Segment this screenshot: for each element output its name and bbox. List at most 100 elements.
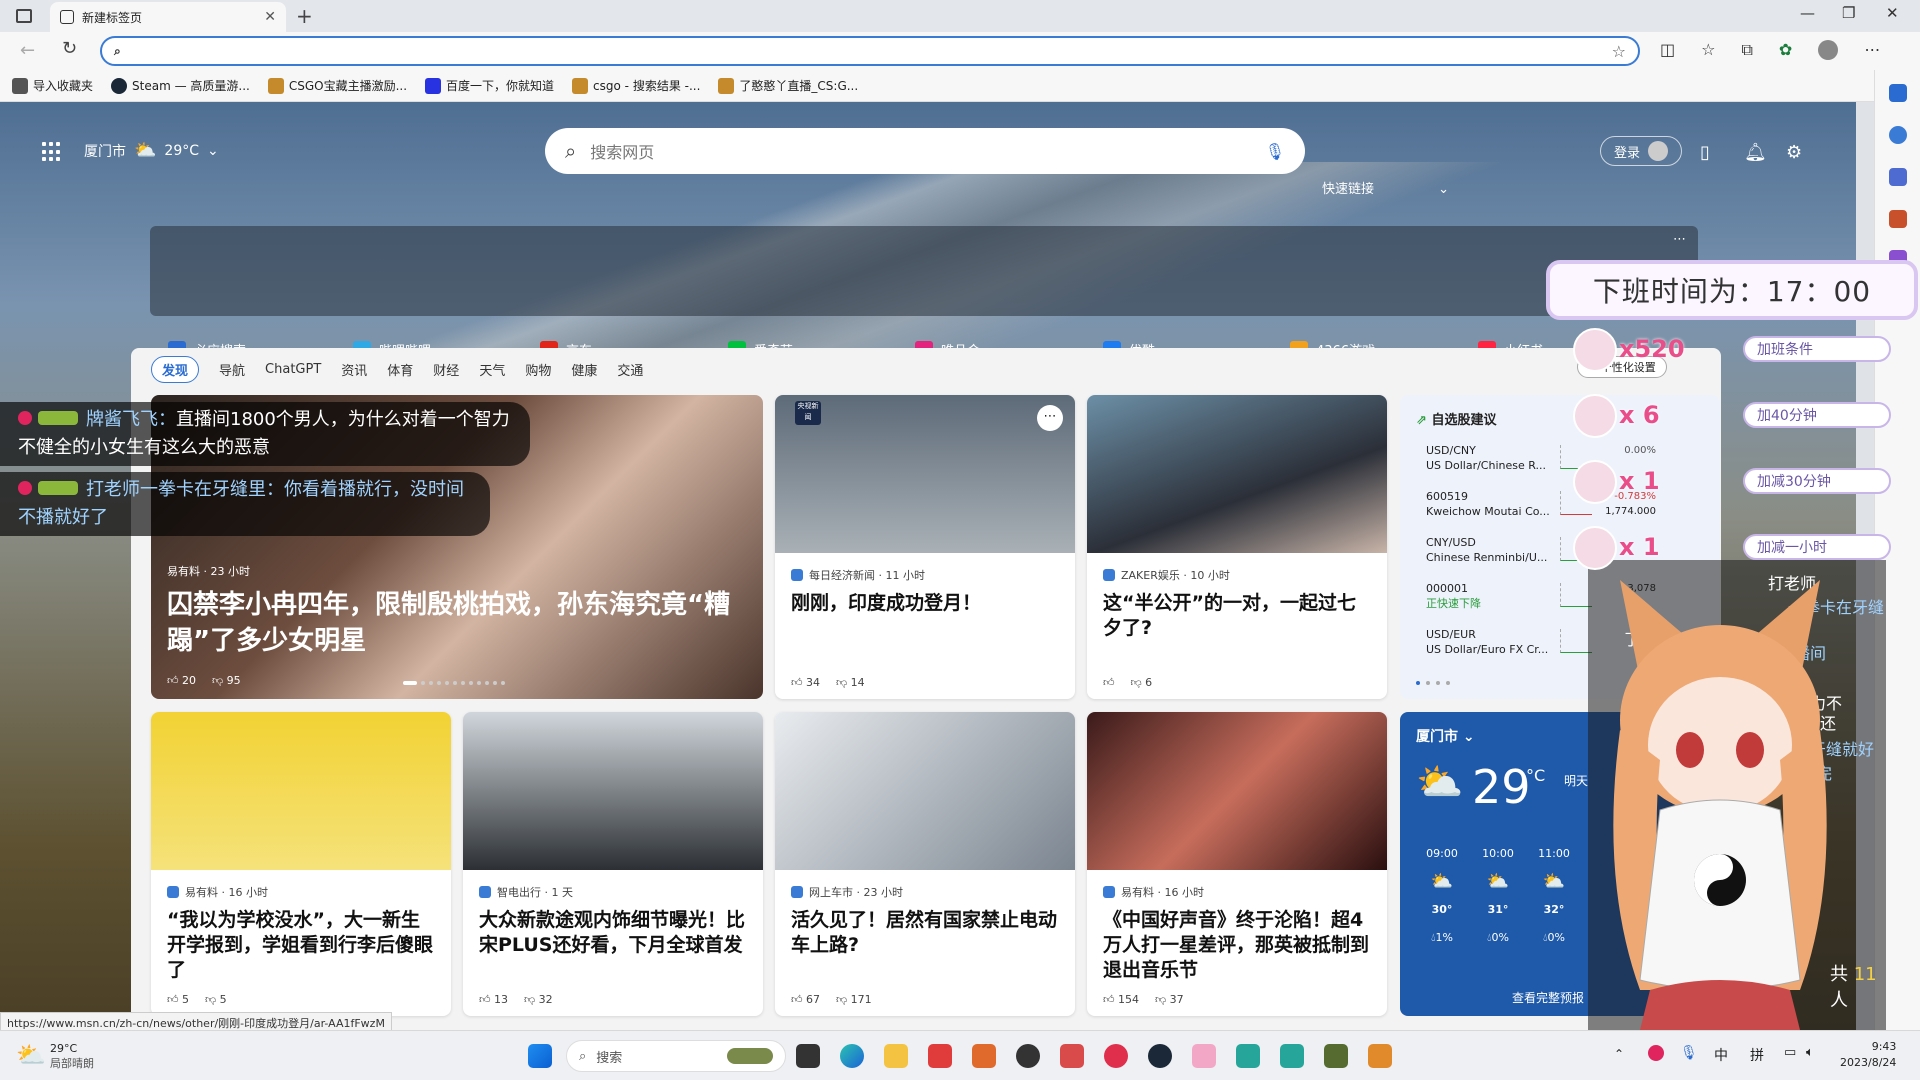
feed-tab[interactable]: 健康 bbox=[571, 360, 597, 379]
collections-icon[interactable]: ⧉ bbox=[1741, 40, 1752, 60]
favorite-item[interactable]: 百度一下，你就知道 bbox=[425, 77, 554, 94]
more-options-icon[interactable]: ⋯ bbox=[1673, 232, 1686, 247]
split-screen-icon[interactable]: ◫ bbox=[1660, 40, 1675, 60]
more-options-icon[interactable]: ⋯ bbox=[1037, 405, 1063, 431]
back-icon[interactable]: ← bbox=[20, 40, 35, 61]
windows-start-icon[interactable] bbox=[528, 1044, 552, 1068]
like-button[interactable]: 👍︎ 34 bbox=[791, 676, 820, 689]
tray-app-icon[interactable] bbox=[1648, 1045, 1664, 1061]
web-search-box[interactable]: ⌕ 搜索网页 🎙 bbox=[545, 128, 1305, 174]
phone-icon[interactable]: ▯ bbox=[1700, 142, 1710, 163]
taskbar-weather[interactable]: 29°C 局部晴朗 bbox=[50, 1041, 94, 1071]
volume-icon[interactable]: 🔈︎ bbox=[1806, 1045, 1814, 1060]
more-menu-icon[interactable]: ⋯ bbox=[1864, 40, 1880, 60]
like-button[interactable]: 👍︎ 5 bbox=[167, 993, 189, 1006]
shopping-icon[interactable] bbox=[1889, 168, 1907, 186]
dislike-button[interactable]: 👎︎ 37 bbox=[1155, 993, 1184, 1006]
feed-tab[interactable]: 天气 bbox=[479, 360, 505, 379]
news-card[interactable]: 易有料 · 16 小时 《中国好声音》终于沦陷！超4万人打一星差评，那英被抵制到退… bbox=[1087, 712, 1387, 1016]
favorite-item[interactable]: 导入收藏夹 bbox=[12, 77, 93, 94]
feed-tab[interactable]: 购物 bbox=[525, 360, 551, 379]
favorite-item[interactable]: 了憨憨丫直播_CS:G... bbox=[718, 77, 858, 94]
weather-widget[interactable]: 厦门市 ⛅ 29°C ⌄ bbox=[84, 140, 219, 161]
tab-active[interactable]: 新建标签页 ✕ bbox=[50, 2, 286, 32]
dislike-button[interactable]: 👎︎ 32 bbox=[524, 993, 553, 1006]
ime-mode[interactable]: 中 bbox=[1714, 1045, 1728, 1065]
netease-music-icon[interactable] bbox=[1104, 1044, 1128, 1068]
close-window-icon[interactable]: ✕ bbox=[1886, 4, 1899, 22]
microphone-icon[interactable]: 🎙 bbox=[1680, 1045, 1698, 1061]
microphone-icon[interactable]: 🎙 bbox=[1265, 142, 1285, 161]
like-button[interactable]: 👍︎ 154 bbox=[1103, 993, 1139, 1006]
feed-tab[interactable]: 交通 bbox=[617, 360, 643, 379]
chevron-up-icon[interactable]: ⌃ bbox=[1614, 1047, 1624, 1061]
feed-tab[interactable]: 导航 bbox=[219, 360, 245, 379]
tools-icon[interactable] bbox=[1889, 210, 1907, 228]
taskbar-search[interactable]: ⌕ 搜索 bbox=[566, 1040, 786, 1072]
news-card[interactable]: 每日经济新闻 · 11 小时 刚刚，印度成功登月！ 👍︎ 34 👎︎ 14 央视新闻 ⋯ bbox=[775, 395, 1075, 699]
like-button[interactable]: 👍︎ 20 bbox=[167, 674, 196, 687]
stock-row[interactable]: USD/EUR US Dollar/Euro FX Cr... bbox=[1426, 627, 1548, 657]
chat-app-icon[interactable] bbox=[1060, 1044, 1084, 1068]
carousel-dots[interactable] bbox=[403, 681, 505, 685]
clock[interactable]: 9:43 2023/8/24 bbox=[1840, 1039, 1896, 1071]
like-button[interactable]: 👍︎ bbox=[1103, 676, 1115, 689]
bell-icon[interactable] bbox=[1889, 84, 1907, 102]
tool-app-icon[interactable] bbox=[1280, 1044, 1304, 1068]
tool-app-icon[interactable] bbox=[1236, 1044, 1260, 1068]
tab-actions-icon[interactable] bbox=[16, 9, 32, 23]
stock-row[interactable]: 600519 Kweichow Moutai Co... bbox=[1426, 489, 1550, 519]
address-bar[interactable]: ⌕ ☆ bbox=[100, 36, 1640, 66]
stock-row[interactable]: 000001 正快速下降 bbox=[1426, 581, 1481, 611]
stock-row[interactable]: USD/CNY US Dollar/Chinese R... bbox=[1426, 443, 1546, 473]
news-card[interactable]: ZAKER娱乐 · 10 小时 这“半公开”的一对，一起过七夕了? 👍︎ 👎︎ 6 bbox=[1087, 395, 1387, 699]
app-grid-icon[interactable] bbox=[928, 1044, 952, 1068]
refresh-icon[interactable]: ↻ bbox=[62, 38, 77, 59]
quick-links-toggle[interactable]: 快速链接 ⌄ bbox=[1322, 178, 1449, 197]
dislike-button[interactable]: 👎︎ 95 bbox=[212, 674, 241, 687]
favorite-star-icon[interactable]: ☆ bbox=[1612, 42, 1626, 61]
file-explorer-icon[interactable] bbox=[884, 1044, 908, 1068]
dislike-button[interactable]: 👎︎ 6 bbox=[1131, 676, 1153, 689]
partly-sunny-icon[interactable]: ⛅ bbox=[16, 1041, 46, 1069]
notification-bell-icon[interactable]: 🔔︎ bbox=[1744, 142, 1767, 163]
close-tab-icon[interactable]: ✕ bbox=[264, 9, 276, 25]
game-launcher-icon[interactable] bbox=[1368, 1044, 1392, 1068]
feed-tab[interactable]: 发现 bbox=[151, 356, 200, 383]
app-launcher-icon[interactable] bbox=[42, 142, 62, 162]
extension-icon[interactable]: ✿ bbox=[1779, 40, 1792, 60]
feed-tab[interactable]: 资讯 bbox=[341, 360, 367, 379]
csgo-icon[interactable] bbox=[1324, 1044, 1348, 1068]
full-forecast-link[interactable]: 查看完整预报 bbox=[1512, 989, 1584, 1006]
live-tool-icon[interactable] bbox=[1192, 1044, 1216, 1068]
stock-row[interactable]: CNY/USD Chinese Renminbi/U... bbox=[1426, 535, 1547, 565]
dislike-button[interactable]: 👎︎ 171 bbox=[836, 993, 872, 1006]
favorite-item[interactable]: Steam — 高质量游... bbox=[111, 77, 250, 94]
settings-gear-icon[interactable]: ⚙ bbox=[1786, 142, 1802, 163]
like-button[interactable]: 👍︎ 13 bbox=[479, 993, 508, 1006]
feed-tab[interactable]: 体育 bbox=[387, 360, 413, 379]
ime-pinyin[interactable]: 拼 bbox=[1750, 1045, 1764, 1065]
feed-tab[interactable]: 财经 bbox=[433, 360, 459, 379]
search-sidebar-icon[interactable] bbox=[1889, 126, 1907, 144]
game-app-icon[interactable] bbox=[972, 1044, 996, 1068]
new-tab-icon[interactable]: + bbox=[296, 4, 313, 28]
stock-page-dots[interactable] bbox=[1416, 681, 1450, 685]
minimize-icon[interactable]: — bbox=[1800, 4, 1815, 22]
task-view-icon[interactable] bbox=[796, 1044, 820, 1068]
restore-icon[interactable]: ❐ bbox=[1842, 4, 1855, 22]
profile-avatar[interactable] bbox=[1818, 40, 1839, 60]
login-button[interactable]: 登录 bbox=[1600, 136, 1682, 166]
edge-browser-icon[interactable] bbox=[840, 1044, 864, 1068]
news-card[interactable]: 智电出行 · 1 天大众新款途观内饰细节曝光！比宋PLUS还好看，下月全球首发 👍… bbox=[463, 712, 763, 1016]
favorite-item[interactable]: csgo - 搜索结果 -... bbox=[572, 77, 700, 94]
favorites-icon[interactable]: ☆ bbox=[1701, 40, 1715, 60]
dislike-button[interactable]: 👎︎ 5 bbox=[205, 993, 227, 1006]
like-button[interactable]: 👍︎ 67 bbox=[791, 993, 820, 1006]
favorite-item[interactable]: CSGO宝藏主播激励... bbox=[267, 77, 407, 94]
steam-icon[interactable] bbox=[1148, 1044, 1172, 1068]
news-card[interactable]: 易有料 · 16 小时 “我以为学校没水”，大一新生开学报到，学姐看到行李后傻眼了… bbox=[151, 712, 451, 1016]
news-card[interactable]: 网上车市 · 23 小时 活久见了！居然有国家禁止电动车上路? 👍︎ 67 👎︎ 17… bbox=[775, 712, 1075, 1016]
feed-tab[interactable]: ChatGPT bbox=[265, 362, 321, 377]
obs-icon[interactable] bbox=[1016, 1044, 1040, 1068]
